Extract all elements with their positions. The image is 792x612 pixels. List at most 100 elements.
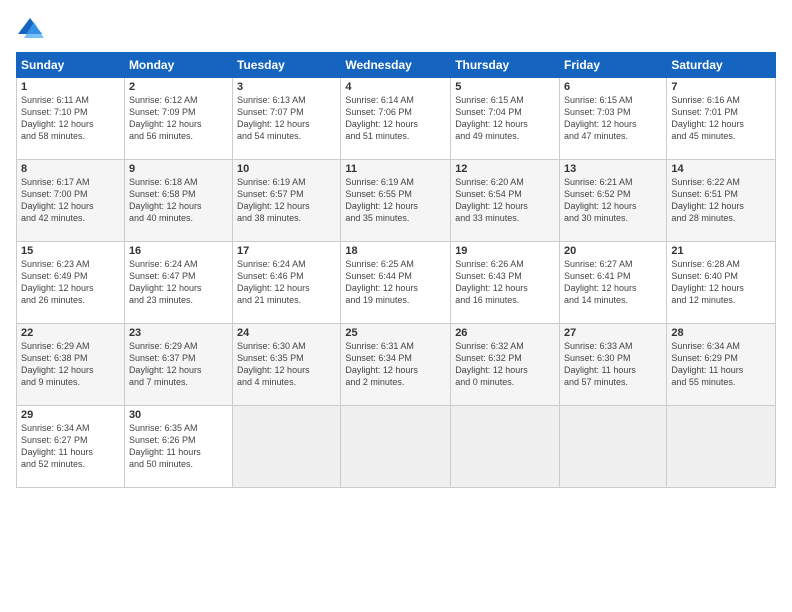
- calendar-cell: 28Sunrise: 6:34 AMSunset: 6:29 PMDayligh…: [667, 324, 776, 406]
- calendar-cell: 6Sunrise: 6:15 AMSunset: 7:03 PMDaylight…: [560, 78, 667, 160]
- day-number: 12: [455, 163, 555, 175]
- day-number: 29: [21, 409, 120, 421]
- day-number: 6: [564, 81, 662, 93]
- calendar-week-3: 15Sunrise: 6:23 AMSunset: 6:49 PMDayligh…: [17, 242, 776, 324]
- calendar-week-5: 29Sunrise: 6:34 AMSunset: 6:27 PMDayligh…: [17, 406, 776, 488]
- calendar-cell: 25Sunrise: 6:31 AMSunset: 6:34 PMDayligh…: [341, 324, 451, 406]
- cell-info: Sunrise: 6:35 AMSunset: 6:26 PMDaylight:…: [129, 422, 228, 471]
- day-number: 1: [21, 81, 120, 93]
- cell-info: Sunrise: 6:23 AMSunset: 6:49 PMDaylight:…: [21, 258, 120, 307]
- calendar-week-1: 1Sunrise: 6:11 AMSunset: 7:10 PMDaylight…: [17, 78, 776, 160]
- cell-info: Sunrise: 6:24 AMSunset: 6:46 PMDaylight:…: [237, 258, 336, 307]
- cell-info: Sunrise: 6:12 AMSunset: 7:09 PMDaylight:…: [129, 94, 228, 143]
- calendar-cell: 8Sunrise: 6:17 AMSunset: 7:00 PMDaylight…: [17, 160, 125, 242]
- cell-info: Sunrise: 6:11 AMSunset: 7:10 PMDaylight:…: [21, 94, 120, 143]
- cell-info: Sunrise: 6:31 AMSunset: 6:34 PMDaylight:…: [345, 340, 446, 389]
- cell-info: Sunrise: 6:33 AMSunset: 6:30 PMDaylight:…: [564, 340, 662, 389]
- calendar-cell: 18Sunrise: 6:25 AMSunset: 6:44 PMDayligh…: [341, 242, 451, 324]
- day-number: 17: [237, 245, 336, 257]
- cell-info: Sunrise: 6:19 AMSunset: 6:55 PMDaylight:…: [345, 176, 446, 225]
- day-number: 3: [237, 81, 336, 93]
- calendar-cell: 1Sunrise: 6:11 AMSunset: 7:10 PMDaylight…: [17, 78, 125, 160]
- day-number: 28: [671, 327, 771, 339]
- day-number: 15: [21, 245, 120, 257]
- calendar-cell: 21Sunrise: 6:28 AMSunset: 6:40 PMDayligh…: [667, 242, 776, 324]
- calendar-cell: [451, 406, 560, 488]
- calendar-cell: 17Sunrise: 6:24 AMSunset: 6:46 PMDayligh…: [233, 242, 341, 324]
- calendar-cell: 27Sunrise: 6:33 AMSunset: 6:30 PMDayligh…: [560, 324, 667, 406]
- calendar-cell: 13Sunrise: 6:21 AMSunset: 6:52 PMDayligh…: [560, 160, 667, 242]
- logo: [16, 14, 48, 42]
- cell-info: Sunrise: 6:29 AMSunset: 6:38 PMDaylight:…: [21, 340, 120, 389]
- cell-info: Sunrise: 6:30 AMSunset: 6:35 PMDaylight:…: [237, 340, 336, 389]
- weekday-header-saturday: Saturday: [667, 53, 776, 78]
- calendar-cell: [560, 406, 667, 488]
- cell-info: Sunrise: 6:16 AMSunset: 7:01 PMDaylight:…: [671, 94, 771, 143]
- calendar-cell: 10Sunrise: 6:19 AMSunset: 6:57 PMDayligh…: [233, 160, 341, 242]
- day-number: 20: [564, 245, 662, 257]
- day-number: 23: [129, 327, 228, 339]
- day-number: 7: [671, 81, 771, 93]
- cell-info: Sunrise: 6:15 AMSunset: 7:03 PMDaylight:…: [564, 94, 662, 143]
- cell-info: Sunrise: 6:18 AMSunset: 6:58 PMDaylight:…: [129, 176, 228, 225]
- cell-info: Sunrise: 6:34 AMSunset: 6:27 PMDaylight:…: [21, 422, 120, 471]
- calendar-cell: [233, 406, 341, 488]
- day-number: 24: [237, 327, 336, 339]
- weekday-header-tuesday: Tuesday: [233, 53, 341, 78]
- calendar-cell: 20Sunrise: 6:27 AMSunset: 6:41 PMDayligh…: [560, 242, 667, 324]
- logo-icon: [16, 14, 44, 42]
- calendar-week-2: 8Sunrise: 6:17 AMSunset: 7:00 PMDaylight…: [17, 160, 776, 242]
- calendar-cell: 22Sunrise: 6:29 AMSunset: 6:38 PMDayligh…: [17, 324, 125, 406]
- cell-info: Sunrise: 6:17 AMSunset: 7:00 PMDaylight:…: [21, 176, 120, 225]
- day-number: 5: [455, 81, 555, 93]
- day-number: 10: [237, 163, 336, 175]
- calendar-cell: 9Sunrise: 6:18 AMSunset: 6:58 PMDaylight…: [124, 160, 232, 242]
- weekday-header-row: SundayMondayTuesdayWednesdayThursdayFrid…: [17, 53, 776, 78]
- weekday-header-sunday: Sunday: [17, 53, 125, 78]
- calendar-container: SundayMondayTuesdayWednesdayThursdayFrid…: [0, 0, 792, 612]
- calendar-cell: 19Sunrise: 6:26 AMSunset: 6:43 PMDayligh…: [451, 242, 560, 324]
- calendar-cell: [341, 406, 451, 488]
- day-number: 8: [21, 163, 120, 175]
- cell-info: Sunrise: 6:21 AMSunset: 6:52 PMDaylight:…: [564, 176, 662, 225]
- day-number: 18: [345, 245, 446, 257]
- cell-info: Sunrise: 6:27 AMSunset: 6:41 PMDaylight:…: [564, 258, 662, 307]
- calendar-cell: 24Sunrise: 6:30 AMSunset: 6:35 PMDayligh…: [233, 324, 341, 406]
- header: [16, 14, 776, 42]
- day-number: 13: [564, 163, 662, 175]
- calendar-cell: 26Sunrise: 6:32 AMSunset: 6:32 PMDayligh…: [451, 324, 560, 406]
- day-number: 19: [455, 245, 555, 257]
- day-number: 2: [129, 81, 228, 93]
- day-number: 30: [129, 409, 228, 421]
- cell-info: Sunrise: 6:19 AMSunset: 6:57 PMDaylight:…: [237, 176, 336, 225]
- calendar-cell: 11Sunrise: 6:19 AMSunset: 6:55 PMDayligh…: [341, 160, 451, 242]
- day-number: 25: [345, 327, 446, 339]
- calendar-cell: 5Sunrise: 6:15 AMSunset: 7:04 PMDaylight…: [451, 78, 560, 160]
- calendar-cell: 12Sunrise: 6:20 AMSunset: 6:54 PMDayligh…: [451, 160, 560, 242]
- cell-info: Sunrise: 6:22 AMSunset: 6:51 PMDaylight:…: [671, 176, 771, 225]
- weekday-header-friday: Friday: [560, 53, 667, 78]
- calendar-week-4: 22Sunrise: 6:29 AMSunset: 6:38 PMDayligh…: [17, 324, 776, 406]
- calendar-cell: 7Sunrise: 6:16 AMSunset: 7:01 PMDaylight…: [667, 78, 776, 160]
- calendar-cell: 29Sunrise: 6:34 AMSunset: 6:27 PMDayligh…: [17, 406, 125, 488]
- calendar-cell: 14Sunrise: 6:22 AMSunset: 6:51 PMDayligh…: [667, 160, 776, 242]
- cell-info: Sunrise: 6:25 AMSunset: 6:44 PMDaylight:…: [345, 258, 446, 307]
- day-number: 26: [455, 327, 555, 339]
- weekday-header-monday: Monday: [124, 53, 232, 78]
- day-number: 9: [129, 163, 228, 175]
- day-number: 22: [21, 327, 120, 339]
- cell-info: Sunrise: 6:24 AMSunset: 6:47 PMDaylight:…: [129, 258, 228, 307]
- calendar-cell: 15Sunrise: 6:23 AMSunset: 6:49 PMDayligh…: [17, 242, 125, 324]
- calendar-cell: [667, 406, 776, 488]
- calendar-cell: 2Sunrise: 6:12 AMSunset: 7:09 PMDaylight…: [124, 78, 232, 160]
- calendar-cell: 3Sunrise: 6:13 AMSunset: 7:07 PMDaylight…: [233, 78, 341, 160]
- day-number: 4: [345, 81, 446, 93]
- calendar-cell: 16Sunrise: 6:24 AMSunset: 6:47 PMDayligh…: [124, 242, 232, 324]
- weekday-header-thursday: Thursday: [451, 53, 560, 78]
- cell-info: Sunrise: 6:29 AMSunset: 6:37 PMDaylight:…: [129, 340, 228, 389]
- cell-info: Sunrise: 6:15 AMSunset: 7:04 PMDaylight:…: [455, 94, 555, 143]
- calendar-cell: 23Sunrise: 6:29 AMSunset: 6:37 PMDayligh…: [124, 324, 232, 406]
- cell-info: Sunrise: 6:13 AMSunset: 7:07 PMDaylight:…: [237, 94, 336, 143]
- calendar-cell: 30Sunrise: 6:35 AMSunset: 6:26 PMDayligh…: [124, 406, 232, 488]
- day-number: 16: [129, 245, 228, 257]
